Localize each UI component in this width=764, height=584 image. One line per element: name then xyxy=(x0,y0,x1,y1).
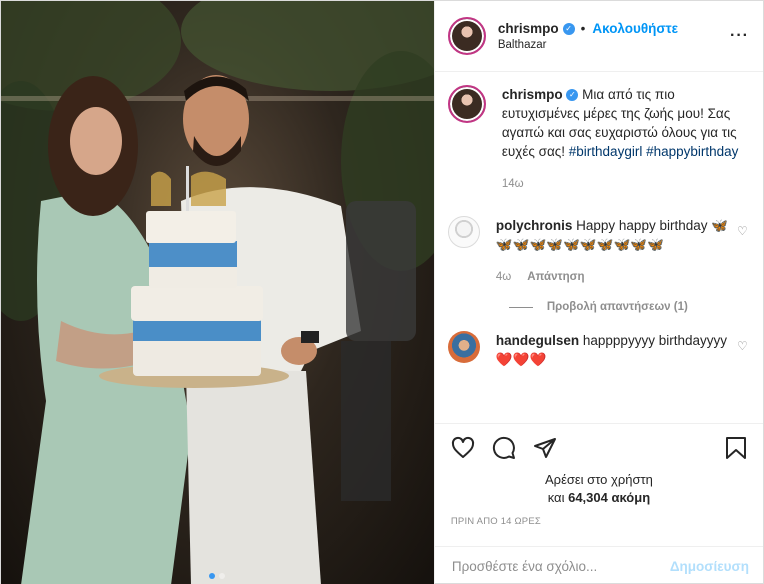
post-header: chrismpo ✓ • Ακολουθήστε Balthazar ··· xyxy=(434,1,763,72)
comment-item: polychronis Happy happy birthday 🦋🦋🦋🦋🦋🦋🦋… xyxy=(447,216,749,287)
caption-meta: 14ω xyxy=(502,175,749,194)
replies-line xyxy=(508,306,533,308)
post-comment-button[interactable]: Δημοσίευση xyxy=(670,559,749,574)
reply-button[interactable]: Απάντηση xyxy=(527,268,584,287)
likes-count[interactable]: 64,304 xyxy=(568,490,608,505)
more-horizontal-icon[interactable]: ··· xyxy=(730,27,749,45)
comment-username[interactable]: handegulsen xyxy=(496,333,579,348)
post-location[interactable]: Balthazar xyxy=(498,39,730,51)
view-replies-button[interactable]: Προβολή απαντήσεων (1) xyxy=(508,301,749,313)
view-replies-label: Προβολή απαντήσεων (1) xyxy=(546,301,688,313)
caption: chrismpo ✓ Μια από τις πιο ευτυχισμένες … xyxy=(447,85,749,194)
header-text: chrismpo ✓ • Ακολουθήστε Balthazar xyxy=(498,21,730,51)
carousel-dot-2[interactable] xyxy=(219,573,226,579)
share-paper-plane-icon[interactable] xyxy=(533,436,557,460)
comment-text: polychronis Happy happy birthday 🦋🦋🦋🦋🦋🦋🦋… xyxy=(496,216,737,287)
separator: • xyxy=(580,21,586,36)
like-heart-icon[interactable] xyxy=(451,436,475,460)
save-bookmark-icon[interactable] xyxy=(725,436,747,460)
likes-line-1: Αρέσει στο χρήστη xyxy=(545,472,653,487)
add-comment-bar: Δημοσίευση xyxy=(434,546,763,584)
comment-username[interactable]: polychronis xyxy=(496,218,573,233)
likes-line-2: και 64,304 ακόμη xyxy=(435,489,763,507)
likes-suffix: ακόμη xyxy=(611,490,651,505)
commenter-avatar[interactable] xyxy=(447,216,480,248)
author-username[interactable]: chrismpo xyxy=(498,21,559,36)
follow-button[interactable]: Ακολουθήστε xyxy=(592,21,678,36)
comment-age[interactable]: 4ω xyxy=(496,268,511,287)
carousel-dots xyxy=(1,573,434,579)
carousel-dot-1[interactable] xyxy=(209,573,216,579)
instagram-post: chrismpo ✓ • Ακολουθήστε Balthazar ··· c… xyxy=(0,0,764,584)
like-comment-heart-icon[interactable]: ♡ xyxy=(737,224,749,287)
likes-prefix: και xyxy=(547,490,565,505)
commenter-avatar[interactable] xyxy=(447,331,480,363)
comment-bubble-icon[interactable] xyxy=(492,436,516,460)
photo-illustration xyxy=(1,1,434,584)
caption-age[interactable]: 14ω xyxy=(502,175,524,194)
post-timestamp[interactable]: ΠΡΙΝ ΑΠΟ 14 ΩΡΕΣ xyxy=(451,516,541,527)
header-line: chrismpo ✓ • Ακολουθήστε xyxy=(498,21,730,36)
hashtag-happybirthday[interactable]: #happybirthday xyxy=(646,144,738,159)
like-comment-heart-icon[interactable]: ♡ xyxy=(737,339,749,369)
hashtag-birthdaygirl[interactable]: #birthdaygirl xyxy=(569,144,643,159)
comment-input[interactable] xyxy=(451,558,670,574)
verified-badge-icon: ✓ xyxy=(566,89,579,102)
comment-text: handegulsen happppyyyy birthdayyyy ❤️❤️❤… xyxy=(496,331,737,369)
caption-username[interactable]: chrismpo xyxy=(502,87,563,102)
post-photo[interactable] xyxy=(1,1,434,584)
action-bar xyxy=(434,423,763,475)
verified-badge-icon: ✓ xyxy=(562,22,575,35)
caption-avatar[interactable] xyxy=(447,85,486,123)
comment-meta: 4ω Απάντηση xyxy=(496,268,737,287)
author-avatar[interactable] xyxy=(447,17,486,55)
caption-text: chrismpo ✓ Μια από τις πιο ευτυχισμένες … xyxy=(502,85,749,194)
post-side-panel: chrismpo ✓ • Ακολουθήστε Balthazar ··· c… xyxy=(433,1,763,584)
likes-summary[interactable]: Αρέσει στο χρήστη και 64,304 ακόμη xyxy=(435,471,763,507)
comments-section: chrismpo ✓ Μια από τις πιο ευτυχισμένες … xyxy=(435,73,763,422)
action-bar-left xyxy=(451,436,725,475)
comment-item: handegulsen happppyyyy birthdayyyy ❤️❤️❤… xyxy=(447,331,749,369)
